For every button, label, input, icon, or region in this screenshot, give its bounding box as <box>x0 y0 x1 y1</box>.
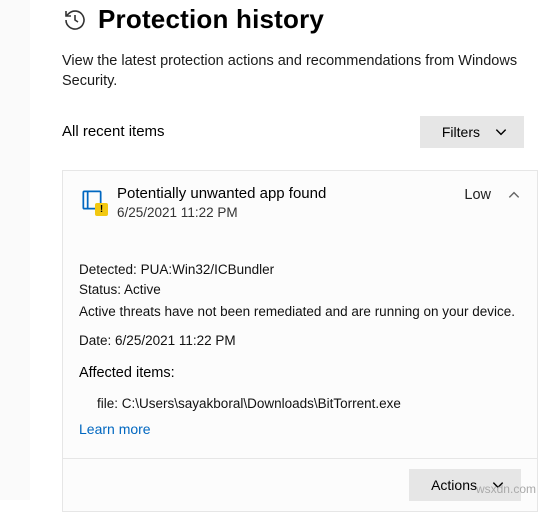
actions-button-label: Actions <box>431 477 477 493</box>
remediation-text: Active threats have not been remediated … <box>79 302 521 322</box>
protection-history-page: Protection history View the latest prote… <box>0 0 542 512</box>
threat-card: ! Potentially unwanted app found 6/25/20… <box>62 170 538 512</box>
recent-items-label: All recent items <box>62 123 165 140</box>
status-value: Active <box>124 282 161 297</box>
watermark: wsxdn.com <box>476 482 536 496</box>
chevron-up-icon <box>507 188 521 202</box>
left-rail <box>0 0 30 500</box>
history-icon <box>62 7 88 33</box>
filters-button-label: Filters <box>442 124 480 140</box>
recent-row: All recent items Filters <box>62 116 542 148</box>
threat-details: Detected: PUA:Win32/ICBundler Status: Ac… <box>79 260 521 458</box>
affected-items-label: Affected items: <box>79 363 521 384</box>
learn-more-link[interactable]: Learn more <box>79 419 151 439</box>
detected-label: Detected: <box>79 262 137 277</box>
threat-title: Potentially unwanted app found <box>117 185 452 203</box>
filters-button[interactable]: Filters <box>420 116 524 148</box>
warning-badge-icon: ! <box>95 203 108 216</box>
threat-card-header[interactable]: ! Potentially unwanted app found 6/25/20… <box>79 185 521 220</box>
date-value: 6/25/2021 11:22 PM <box>115 333 236 348</box>
page-title: Protection history <box>98 4 324 35</box>
shield-icon: ! <box>79 187 105 213</box>
chevron-down-icon <box>494 125 508 139</box>
file-path: C:\Users\sayakboral\Downloads\BitTorrent… <box>122 396 401 411</box>
detected-value: PUA:Win32/ICBundler <box>141 262 275 277</box>
page-header: Protection history View the latest prote… <box>62 0 542 92</box>
date-label: Date: <box>79 333 111 348</box>
threat-severity: Low <box>464 187 491 203</box>
page-subtitle: View the latest protection actions and r… <box>62 51 542 92</box>
status-label: Status: <box>79 282 121 297</box>
threat-timestamp: 6/25/2021 11:22 PM <box>117 205 452 220</box>
file-label: file: <box>97 396 118 411</box>
threat-card-footer: Actions <box>63 458 537 511</box>
